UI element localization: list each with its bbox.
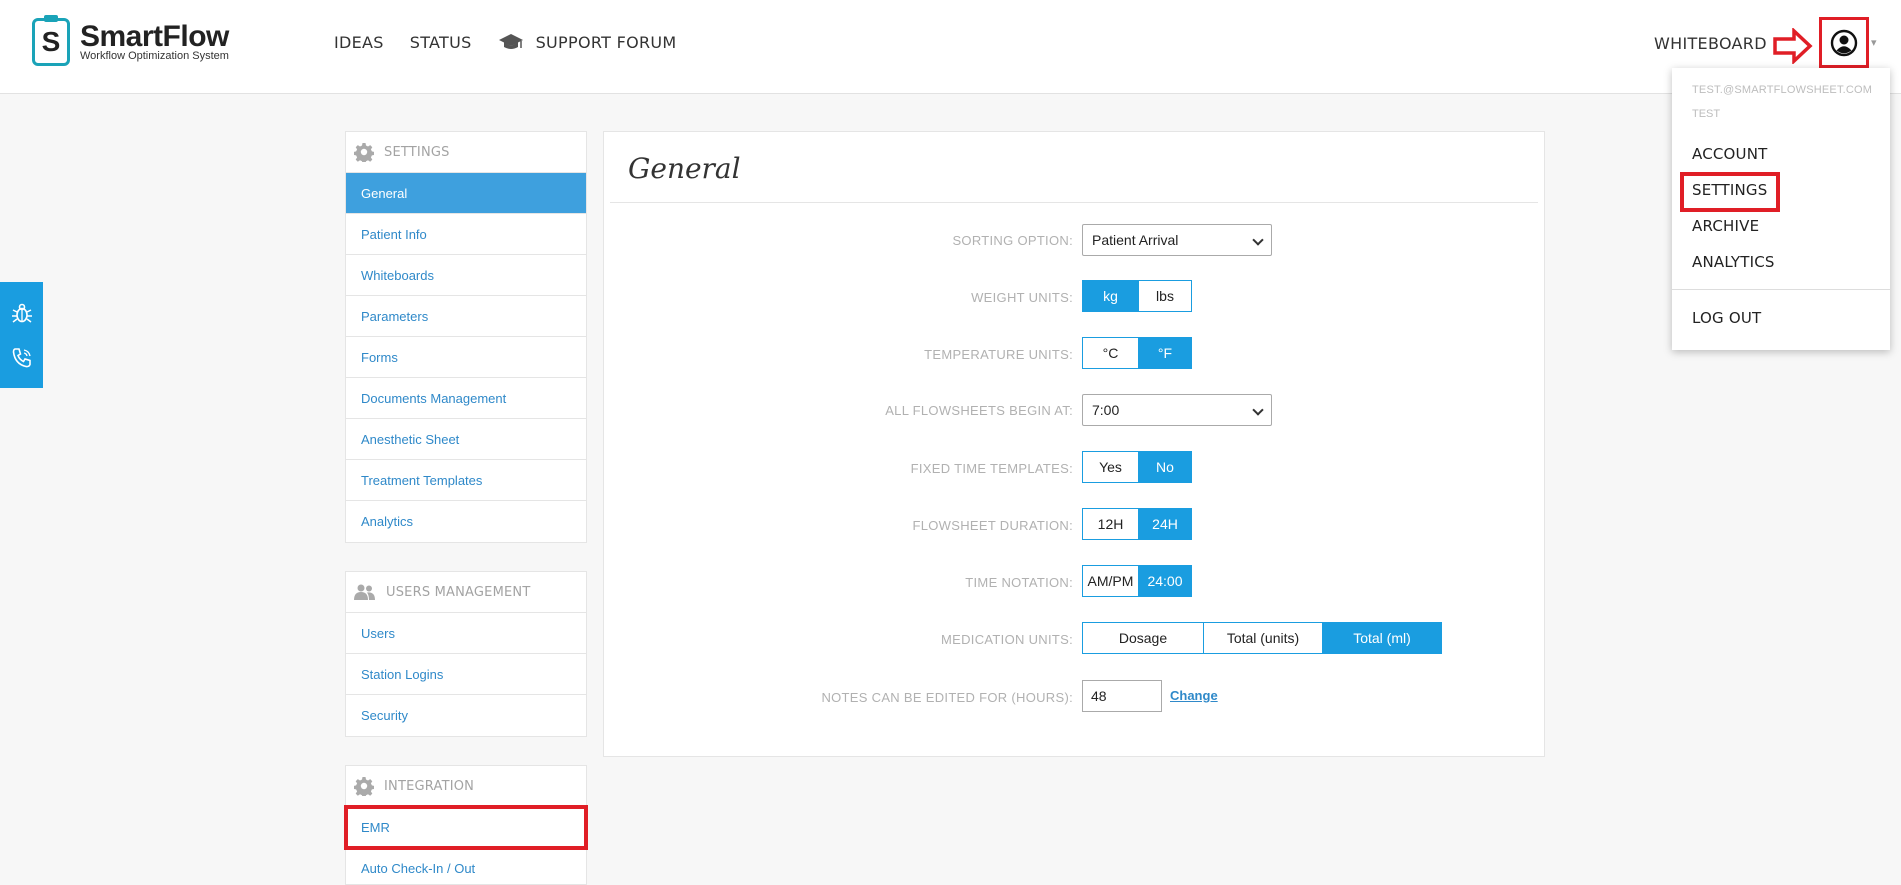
users-icon	[354, 584, 375, 600]
medication-units-label: MEDICATION UNITS:	[941, 632, 1073, 647]
temperature-units-label: TEMPERATURE UNITS:	[924, 347, 1073, 362]
flowsheets-begin-select[interactable]: 7:00	[1082, 394, 1272, 426]
user-menu-button[interactable]	[1819, 17, 1869, 68]
gear-icon	[354, 143, 374, 162]
sorting-option-label: SORTING OPTION:	[952, 233, 1073, 248]
change-link[interactable]: Change	[1170, 688, 1218, 703]
sidebar-item-forms[interactable]: Forms	[346, 337, 586, 378]
temperature-celsius-option[interactable]: °C	[1083, 338, 1138, 368]
settings-panel-header: SETTINGS	[346, 132, 586, 173]
sidebar-item-anesthetic-sheet[interactable]: Anesthetic Sheet	[346, 419, 586, 460]
brand-tagline: Workflow Optimization System	[80, 50, 229, 62]
logo-badge-letter: S	[41, 26, 61, 58]
nav-status[interactable]: STATUS	[410, 33, 472, 52]
fixed-no-option[interactable]: No	[1138, 452, 1191, 482]
menu-divider	[1672, 289, 1890, 290]
fixed-time-templates-label: FIXED TIME TEMPLATES:	[910, 461, 1073, 476]
sorting-option-select[interactable]: Patient Arrival	[1082, 224, 1272, 256]
duration-12h-option[interactable]: 12H	[1083, 509, 1138, 539]
menu-item-analytics[interactable]: ANALYTICS	[1692, 253, 1775, 271]
nav-support-forum[interactable]: SUPPORT FORUM	[498, 32, 677, 52]
users-panel-title: USERS MANAGEMENT	[386, 584, 531, 600]
nav-support-label: SUPPORT FORUM	[535, 32, 677, 52]
smartflow-logo[interactable]: S SmartFlow Workflow Optimization System	[32, 15, 229, 66]
phone-icon[interactable]	[10, 346, 34, 370]
clipboard-logo-icon: S	[32, 15, 70, 66]
notation-ampm-option[interactable]: AM/PM	[1083, 566, 1138, 596]
brand-name: SmartFlow	[80, 20, 229, 53]
weight-kg-option[interactable]: kg	[1083, 281, 1138, 311]
flowsheets-begin-label: ALL FLOWSHEETS BEGIN AT:	[885, 403, 1073, 418]
user-name: TEST	[1692, 108, 1721, 120]
top-header: S SmartFlow Workflow Optimization System…	[0, 0, 1901, 94]
notation-24-option[interactable]: 24:00	[1138, 566, 1191, 596]
sidebar-item-whiteboards[interactable]: Whiteboards	[346, 255, 586, 296]
time-notation-label: TIME NOTATION:	[965, 575, 1073, 590]
menu-item-account[interactable]: ACCOUNT	[1692, 145, 1768, 163]
sidebar-item-station-logins[interactable]: Station Logins	[346, 654, 586, 695]
time-notation-toggle: AM/PM 24:00	[1082, 565, 1192, 597]
notes-hours-input[interactable]: 48	[1082, 680, 1162, 712]
sidebar-item-parameters[interactable]: Parameters	[346, 296, 586, 337]
menu-item-settings[interactable]: SETTINGS	[1692, 181, 1767, 199]
integration-panel: INTEGRATION EMR Auto Check-In / Out	[344, 765, 588, 885]
fixed-time-templates-toggle: Yes No	[1082, 451, 1192, 483]
sidebar-item-general[interactable]: General	[346, 173, 586, 214]
nav-whiteboard[interactable]: WHITEBOARD	[1654, 34, 1767, 53]
sidebar-item-security[interactable]: Security	[346, 695, 586, 736]
sidebar-item-documents-management[interactable]: Documents Management	[346, 378, 586, 419]
menu-item-logout[interactable]: LOG OUT	[1692, 309, 1761, 327]
user-dropdown-menu: TEST.@SMARTFLOWSHEET.COM TEST ACCOUNT SE…	[1672, 68, 1890, 350]
settings-panel-title: SETTINGS	[384, 144, 450, 160]
side-support-tab	[0, 282, 43, 388]
medication-dosage-option[interactable]: Dosage	[1083, 623, 1203, 653]
medication-units-toggle: Dosage Total (units) Total (ml)	[1082, 622, 1442, 654]
flowsheet-duration-label: FLOWSHEET DURATION:	[912, 518, 1073, 533]
sidebar-item-emr[interactable]: EMR	[344, 805, 588, 850]
duration-24h-option[interactable]: 24H	[1138, 509, 1191, 539]
users-management-panel: USERS MANAGEMENT Users Station Logins Se…	[345, 571, 587, 737]
main-nav: IDEAS STATUS SUPPORT FORUM	[334, 32, 703, 52]
flowsheet-duration-toggle: 12H 24H	[1082, 508, 1192, 540]
page-title: General	[628, 152, 741, 185]
title-divider	[610, 202, 1538, 203]
sidebar-item-analytics[interactable]: Analytics	[346, 501, 586, 542]
bug-icon[interactable]	[10, 301, 34, 325]
medication-total-ml-option[interactable]: Total (ml)	[1322, 623, 1441, 653]
user-circle-icon	[1830, 29, 1858, 56]
integration-panel-header: INTEGRATION	[346, 766, 586, 807]
weight-units-label: WEIGHT UNITS:	[971, 290, 1073, 305]
gear-icon	[354, 777, 374, 796]
weight-units-toggle: kg lbs	[1082, 280, 1192, 312]
sidebar-item-patient-info[interactable]: Patient Info	[346, 214, 586, 255]
general-settings-card: General SORTING OPTION: Patient Arrival …	[603, 131, 1545, 757]
chevron-down-icon[interactable]: ▾	[1871, 36, 1877, 49]
settings-panel: SETTINGS General Patient Info Whiteboard…	[345, 131, 587, 543]
fixed-yes-option[interactable]: Yes	[1083, 452, 1138, 482]
medication-total-units-option[interactable]: Total (units)	[1203, 623, 1322, 653]
sidebar-item-auto-check-in-out[interactable]: Auto Check-In / Out	[346, 848, 586, 885]
weight-lbs-option[interactable]: lbs	[1138, 281, 1191, 311]
user-email: TEST.@SMARTFLOWSHEET.COM	[1692, 84, 1873, 96]
temperature-fahrenheit-option[interactable]: °F	[1138, 338, 1191, 368]
notes-edit-hours-label: NOTES CAN BE EDITED FOR (HOURS):	[821, 690, 1073, 705]
graduation-cap-icon	[498, 34, 523, 49]
red-arrow-annotation-icon	[1773, 28, 1813, 64]
sidebar-item-users[interactable]: Users	[346, 613, 586, 654]
integration-panel-title: INTEGRATION	[384, 778, 475, 794]
nav-ideas[interactable]: IDEAS	[334, 33, 384, 52]
users-panel-header: USERS MANAGEMENT	[346, 572, 586, 613]
menu-item-archive[interactable]: ARCHIVE	[1692, 217, 1759, 235]
temperature-units-toggle: °C °F	[1082, 337, 1192, 369]
sidebar-item-treatment-templates[interactable]: Treatment Templates	[346, 460, 586, 501]
